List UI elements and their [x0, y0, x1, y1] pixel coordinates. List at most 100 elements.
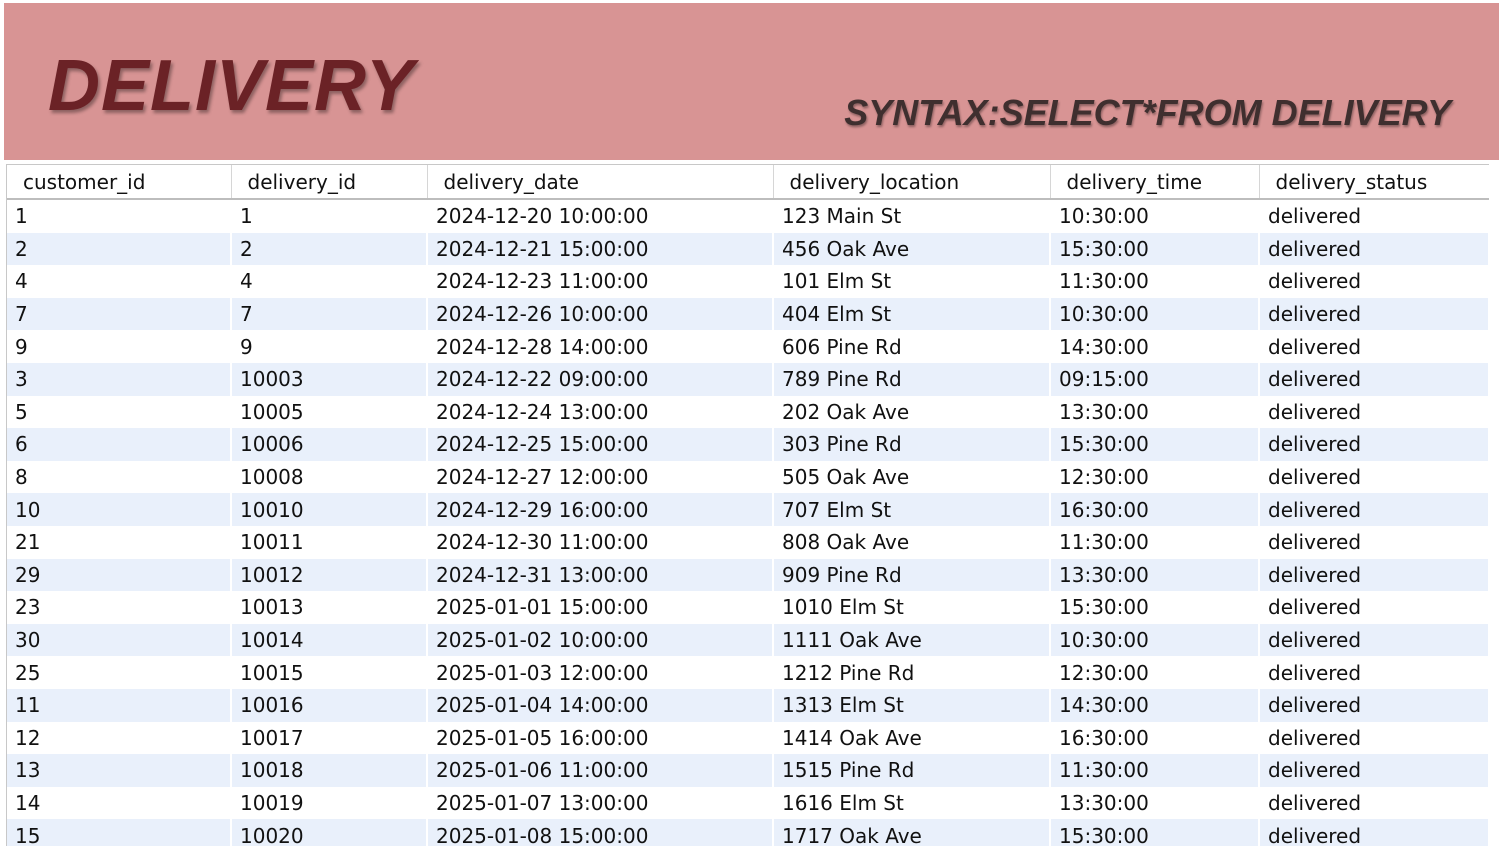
column-header-delivery-time[interactable]: delivery_time	[1050, 165, 1260, 200]
cell-delivery-time[interactable]: 13:30:00	[1050, 395, 1260, 429]
cell-delivery-time[interactable]: 10:30:00	[1050, 623, 1260, 657]
table-row[interactable]: 29 10012 2024-12-31 13:00:00 909 Pine Rd 13:…	[7, 558, 1489, 592]
table-row[interactable]: 21 10011 2024-12-30 11:00:00 808 Oak Ave 11:…	[7, 525, 1489, 559]
cell-delivery-date[interactable]: 2024-12-30 11:00:00	[427, 525, 774, 559]
cell-customer-id[interactable]: 13	[7, 754, 232, 787]
cell-delivery-date[interactable]: 2025-01-01 15:00:00	[427, 591, 774, 624]
cell-customer-id[interactable]: 4	[7, 265, 232, 298]
cell-delivery-id[interactable]: 10008	[231, 460, 428, 494]
cell-delivery-time[interactable]: 10:30:00	[1050, 199, 1260, 233]
cell-delivery-status[interactable]: delivered	[1259, 819, 1489, 846]
cell-delivery-location[interactable]: 202 Oak Ave	[773, 395, 1051, 429]
cell-delivery-date[interactable]: 2025-01-03 12:00:00	[427, 656, 774, 689]
cell-delivery-status[interactable]: delivered	[1259, 232, 1489, 266]
table-row[interactable]: 11 10016 2025-01-04 14:00:00 1313 Elm St 14:…	[7, 688, 1489, 722]
table-row[interactable]: 2 2 2024-12-21 15:00:00 456 Oak Ave 15:30:00…	[7, 232, 1489, 266]
cell-delivery-status[interactable]: delivered	[1259, 558, 1489, 592]
cell-customer-id[interactable]: 25	[7, 656, 232, 689]
cell-delivery-time[interactable]: 12:30:00	[1050, 460, 1260, 494]
cell-delivery-location[interactable]: 456 Oak Ave	[773, 232, 1051, 266]
cell-delivery-location[interactable]: 1212 Pine Rd	[773, 656, 1051, 689]
cell-delivery-date[interactable]: 2025-01-06 11:00:00	[427, 754, 774, 787]
cell-delivery-location[interactable]: 808 Oak Ave	[773, 525, 1051, 559]
cell-delivery-date[interactable]: 2024-12-23 11:00:00	[427, 265, 774, 298]
cell-delivery-time[interactable]: 16:30:00	[1050, 493, 1260, 526]
cell-delivery-location[interactable]: 303 Pine Rd	[773, 428, 1051, 461]
cell-delivery-location[interactable]: 1111 Oak Ave	[773, 623, 1051, 657]
cell-delivery-date[interactable]: 2024-12-21 15:00:00	[427, 232, 774, 266]
cell-customer-id[interactable]: 29	[7, 558, 232, 592]
cell-delivery-time[interactable]: 13:30:00	[1050, 558, 1260, 592]
cell-delivery-date[interactable]: 2024-12-27 12:00:00	[427, 460, 774, 494]
cell-customer-id[interactable]: 21	[7, 525, 232, 559]
cell-delivery-status[interactable]: delivered	[1259, 721, 1489, 755]
cell-delivery-date[interactable]: 2024-12-31 13:00:00	[427, 558, 774, 592]
table-row[interactable]: 13 10018 2025-01-06 11:00:00 1515 Pine Rd 11…	[7, 754, 1489, 787]
cell-delivery-time[interactable]: 16:30:00	[1050, 721, 1260, 755]
cell-customer-id[interactable]: 6	[7, 428, 232, 461]
cell-delivery-location[interactable]: 101 Elm St	[773, 265, 1051, 298]
cell-delivery-date[interactable]: 2025-01-04 14:00:00	[427, 688, 774, 722]
cell-delivery-id[interactable]: 10014	[231, 623, 428, 657]
cell-delivery-id[interactable]: 10011	[231, 525, 428, 559]
cell-delivery-status[interactable]: delivered	[1259, 493, 1489, 526]
cell-delivery-status[interactable]: delivered	[1259, 395, 1489, 429]
cell-delivery-date[interactable]: 2024-12-26 10:00:00	[427, 297, 774, 331]
cell-delivery-location[interactable]: 1515 Pine Rd	[773, 754, 1051, 787]
cell-delivery-date[interactable]: 2025-01-07 13:00:00	[427, 786, 774, 820]
cell-delivery-location[interactable]: 909 Pine Rd	[773, 558, 1051, 592]
column-header-delivery-status[interactable]: delivery_status	[1259, 165, 1489, 200]
table-row[interactable]: 5 10005 2024-12-24 13:00:00 202 Oak Ave 13:3…	[7, 395, 1489, 429]
cell-delivery-time[interactable]: 12:30:00	[1050, 656, 1260, 689]
cell-customer-id[interactable]: 14	[7, 786, 232, 820]
column-header-delivery-location[interactable]: delivery_location	[773, 165, 1051, 200]
cell-delivery-status[interactable]: delivered	[1259, 199, 1489, 233]
cell-delivery-time[interactable]: 14:30:00	[1050, 688, 1260, 722]
cell-delivery-id[interactable]: 10005	[231, 395, 428, 429]
cell-delivery-date[interactable]: 2024-12-22 09:00:00	[427, 362, 774, 396]
cell-delivery-time[interactable]: 09:15:00	[1050, 362, 1260, 396]
table-row[interactable]: 6 10006 2024-12-25 15:00:00 303 Pine Rd 15:3…	[7, 428, 1489, 461]
cell-delivery-id[interactable]: 4	[231, 265, 428, 298]
cell-delivery-status[interactable]: delivered	[1259, 265, 1489, 298]
cell-delivery-date[interactable]: 2025-01-05 16:00:00	[427, 721, 774, 755]
cell-delivery-time[interactable]: 11:30:00	[1050, 265, 1260, 298]
cell-delivery-location[interactable]: 505 Oak Ave	[773, 460, 1051, 494]
cell-customer-id[interactable]: 30	[7, 623, 232, 657]
cell-delivery-id[interactable]: 1	[231, 199, 428, 233]
cell-delivery-status[interactable]: delivered	[1259, 591, 1489, 624]
cell-delivery-id[interactable]: 9	[231, 330, 428, 363]
cell-delivery-id[interactable]: 10019	[231, 786, 428, 820]
cell-delivery-id[interactable]: 10012	[231, 558, 428, 592]
cell-delivery-id[interactable]: 10003	[231, 362, 428, 396]
cell-delivery-id[interactable]: 7	[231, 297, 428, 331]
table-row[interactable]: 9 9 2024-12-28 14:00:00 606 Pine Rd 14:30:00…	[7, 330, 1489, 363]
cell-customer-id[interactable]: 7	[7, 297, 232, 331]
table-row[interactable]: 25 10015 2025-01-03 12:00:00 1212 Pine Rd 12…	[7, 656, 1489, 689]
cell-delivery-time[interactable]: 14:30:00	[1050, 330, 1260, 363]
cell-delivery-location[interactable]: 606 Pine Rd	[773, 330, 1051, 363]
cell-customer-id[interactable]: 12	[7, 721, 232, 755]
column-header-delivery-date[interactable]: delivery_date	[427, 165, 774, 200]
cell-delivery-status[interactable]: delivered	[1259, 786, 1489, 820]
cell-delivery-date[interactable]: 2025-01-08 15:00:00	[427, 819, 774, 846]
cell-customer-id[interactable]: 11	[7, 688, 232, 722]
cell-delivery-status[interactable]: delivered	[1259, 656, 1489, 689]
table-row[interactable]: 12 10017 2025-01-05 16:00:00 1414 Oak Ave 16…	[7, 721, 1489, 755]
cell-delivery-location[interactable]: 1717 Oak Ave	[773, 819, 1051, 846]
table-row[interactable]: 1 1 2024-12-20 10:00:00 123 Main St 10:30:00…	[7, 199, 1489, 233]
cell-delivery-time[interactable]: 11:30:00	[1050, 754, 1260, 787]
cell-delivery-location[interactable]: 404 Elm St	[773, 297, 1051, 331]
cell-delivery-location[interactable]: 707 Elm St	[773, 493, 1051, 526]
cell-delivery-date[interactable]: 2024-12-20 10:00:00	[427, 199, 774, 233]
table-row[interactable]: 4 4 2024-12-23 11:00:00 101 Elm St 11:30:00 d…	[7, 265, 1489, 298]
cell-delivery-date[interactable]: 2024-12-29 16:00:00	[427, 493, 774, 526]
cell-delivery-location[interactable]: 1313 Elm St	[773, 688, 1051, 722]
table-row[interactable]: 23 10013 2025-01-01 15:00:00 1010 Elm St 15:…	[7, 591, 1489, 624]
table-row[interactable]: 15 10020 2025-01-08 15:00:00 1717 Oak Ave 15…	[7, 819, 1489, 846]
cell-customer-id[interactable]: 10	[7, 493, 232, 526]
table-row[interactable]: 8 10008 2024-12-27 12:00:00 505 Oak Ave 12:3…	[7, 460, 1489, 494]
table-row[interactable]: 14 10019 2025-01-07 13:00:00 1616 Elm St 13:…	[7, 786, 1489, 820]
cell-customer-id[interactable]: 3	[7, 362, 232, 396]
cell-delivery-location[interactable]: 1010 Elm St	[773, 591, 1051, 624]
